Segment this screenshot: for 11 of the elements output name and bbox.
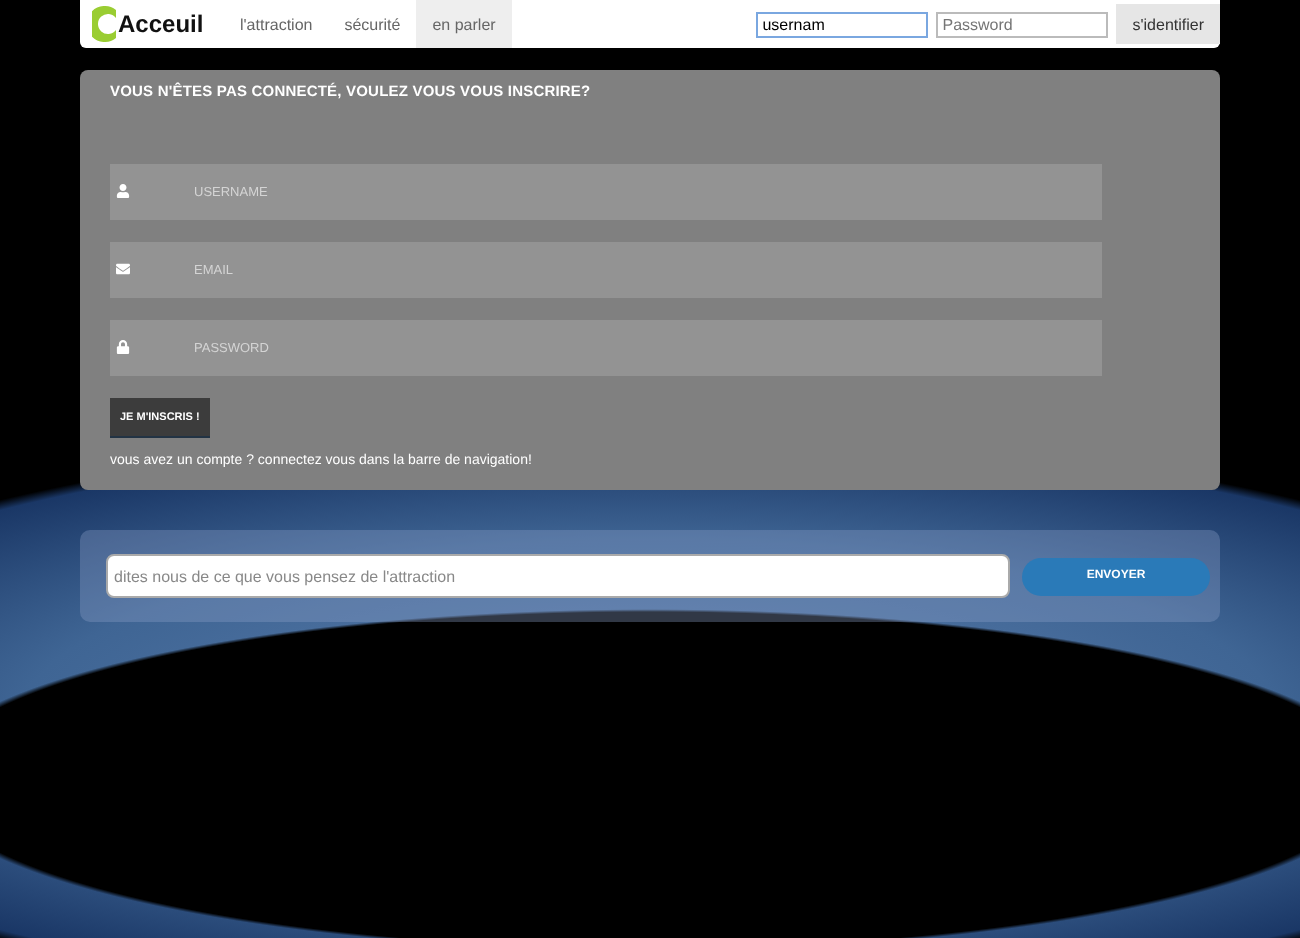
- envelope-icon: [116, 262, 130, 276]
- user-icon: [116, 184, 130, 198]
- lock-icon: [116, 340, 130, 354]
- login-button[interactable]: s'identifier: [1116, 4, 1220, 44]
- nav-link[interactable]: l'attraction: [224, 0, 329, 48]
- login-name-field[interactable]: usernam: [756, 11, 929, 37]
- nav-link[interactable]: en parler: [416, 0, 512, 48]
- feedback-field[interactable]: dites nous de ce que vous pensez de l'attraction: [106, 554, 1010, 598]
- nav-link[interactable]: sécurité: [328, 0, 417, 48]
- logo-text[interactable]: Acceuil: [118, 10, 204, 38]
- password-field[interactable]: Password: [936, 11, 1109, 37]
